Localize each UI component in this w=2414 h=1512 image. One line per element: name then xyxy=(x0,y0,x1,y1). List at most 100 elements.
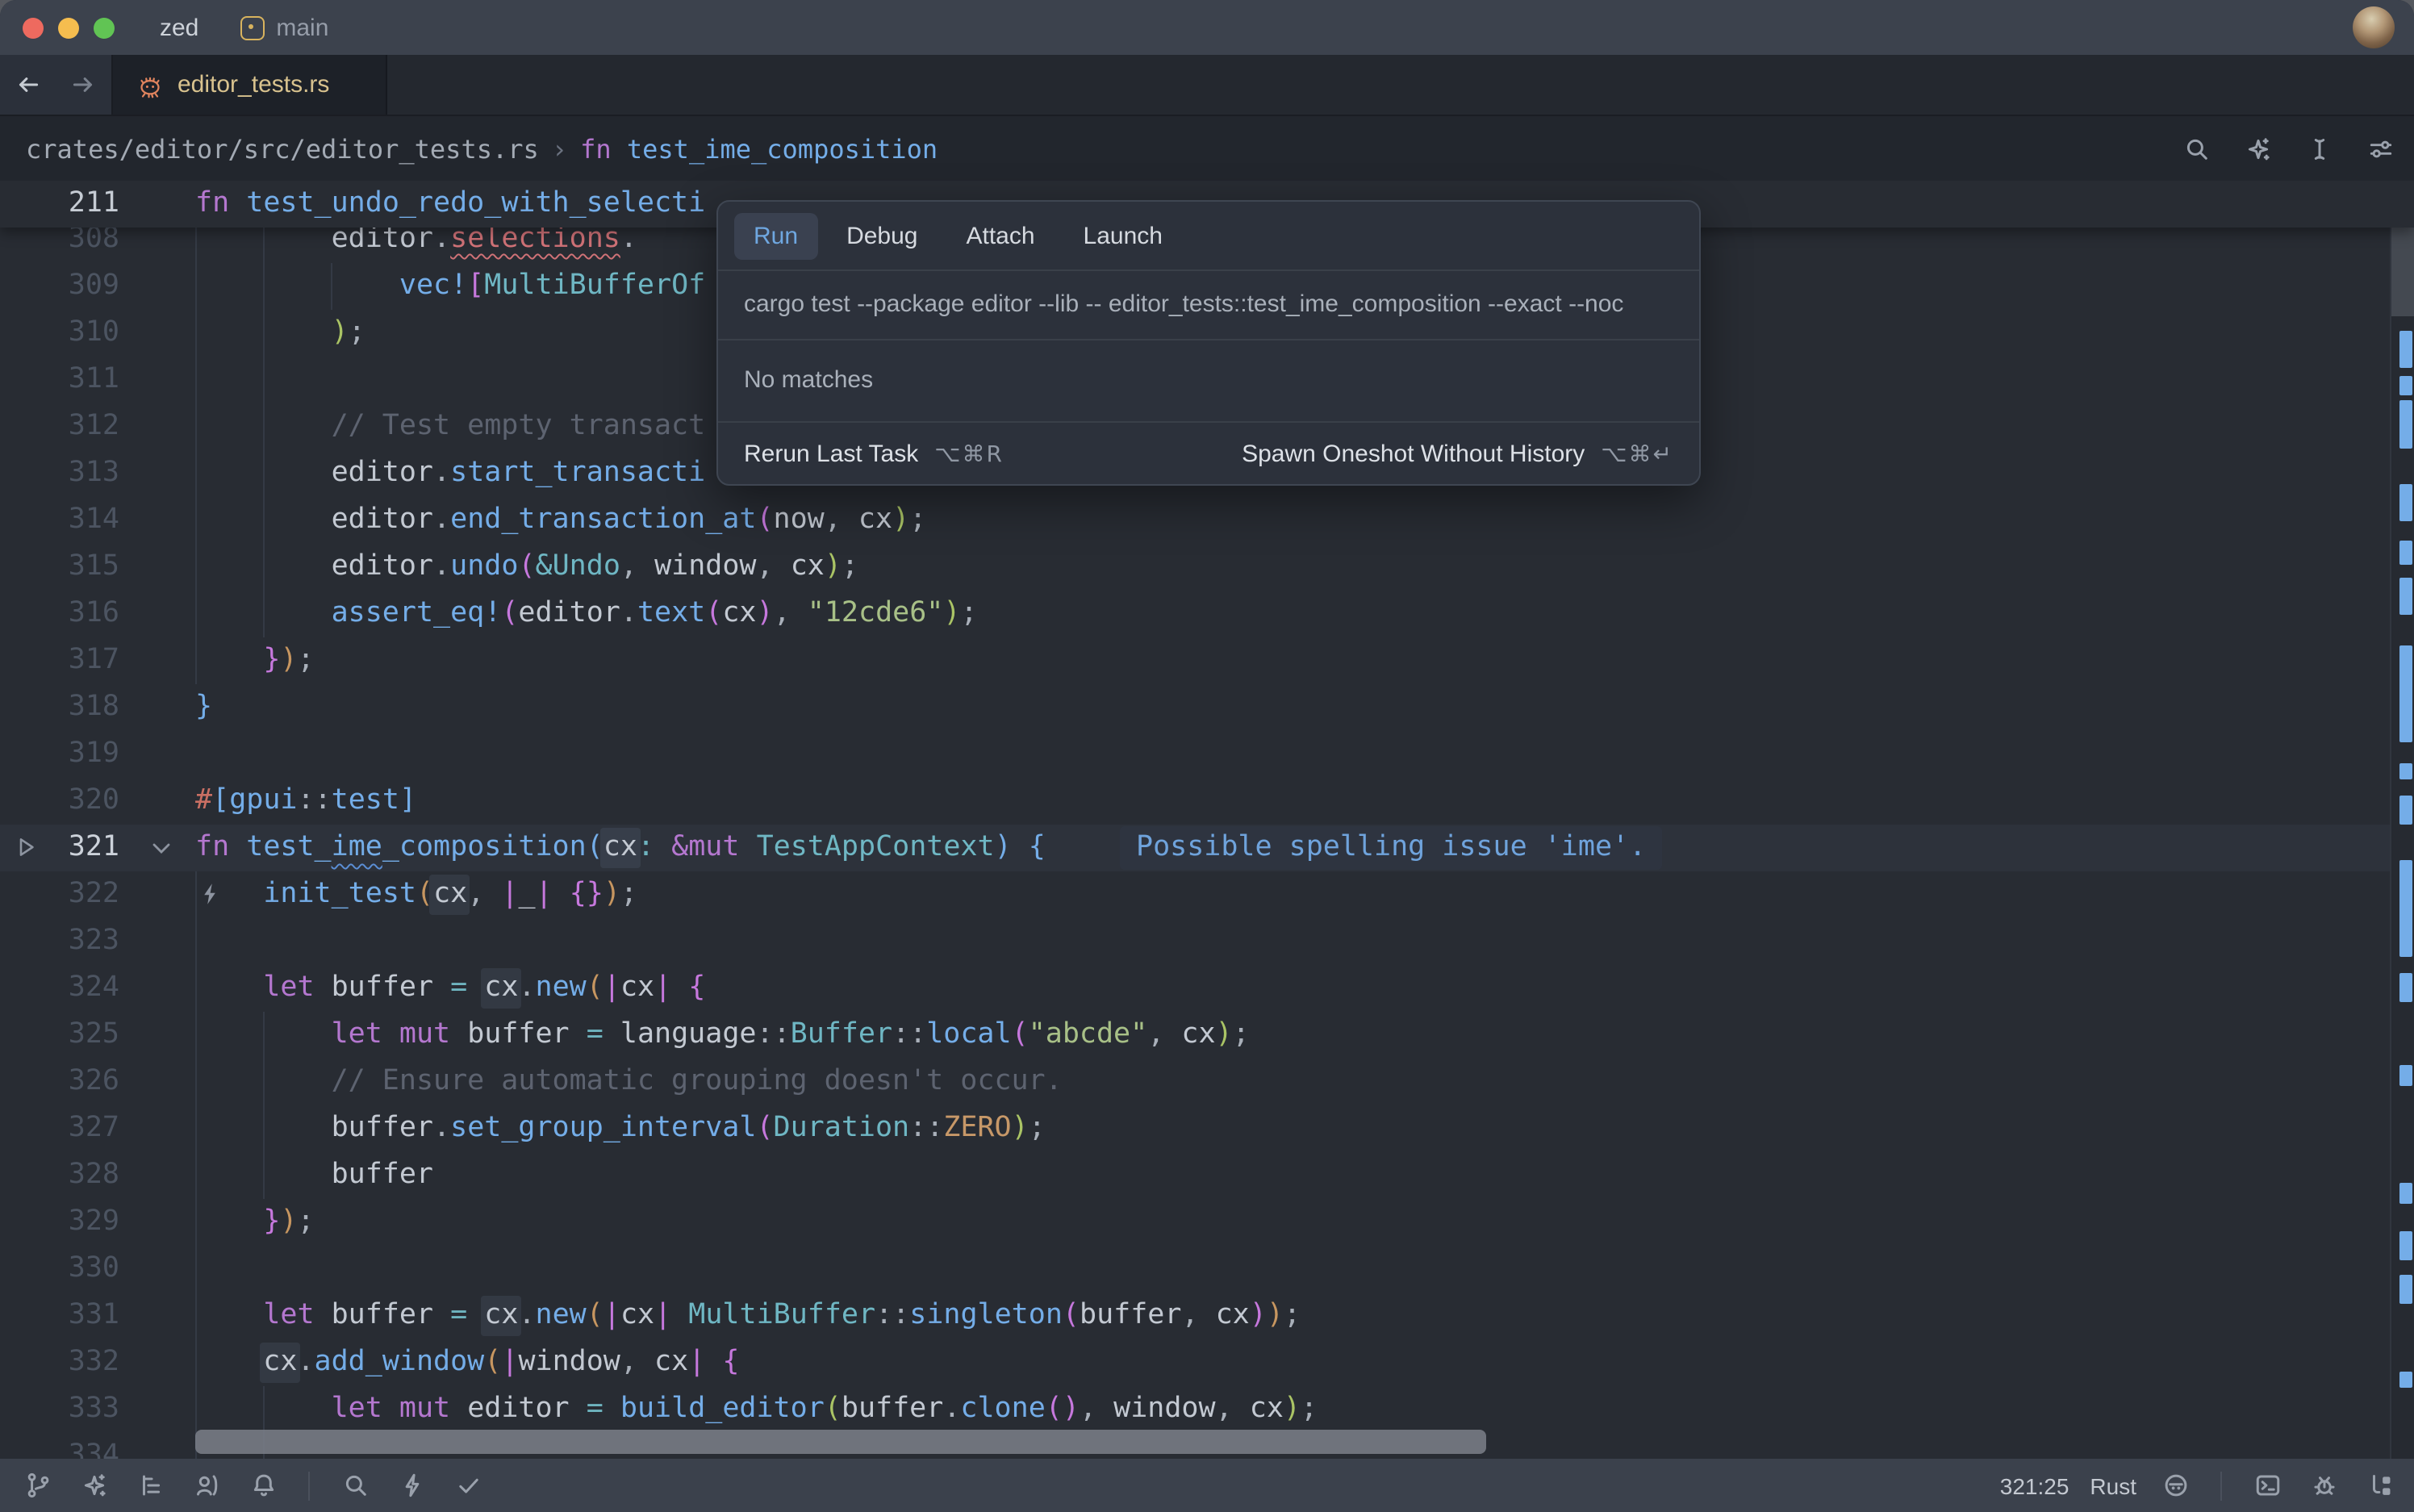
popup-tab-attach[interactable]: Attach xyxy=(946,212,1054,259)
tab-editor-tests[interactable]: editor_tests.rs xyxy=(113,55,387,115)
search-icon[interactable] xyxy=(2178,131,2214,166)
line-number[interactable]: 328 xyxy=(0,1151,119,1198)
line-number[interactable]: 325 xyxy=(0,1011,119,1058)
code-line[interactable]: 316 assert_eq!(editor.text(cx), "12cde6"… xyxy=(0,590,2414,637)
no-matches-label: No matches xyxy=(718,340,1699,423)
edit-cursor-icon[interactable] xyxy=(2301,131,2337,166)
line-number[interactable]: 323 xyxy=(0,917,119,964)
line-number[interactable]: 333 xyxy=(0,1385,119,1432)
popup-tab-run[interactable]: Run xyxy=(734,212,817,259)
copilot-icon[interactable] xyxy=(2157,1468,2193,1503)
back-button[interactable] xyxy=(10,67,46,102)
code-line[interactable]: 317 }); xyxy=(0,637,2414,683)
line-number[interactable]: 315 xyxy=(0,543,119,590)
line-number[interactable]: 326 xyxy=(0,1058,119,1105)
terminal-icon[interactable] xyxy=(2249,1468,2285,1503)
editor-controls-icon[interactable] xyxy=(2362,131,2398,166)
forward-button[interactable] xyxy=(65,67,101,102)
nav-history xyxy=(0,55,113,115)
line-number[interactable]: 331 xyxy=(0,1292,119,1339)
diagnostics-check-icon[interactable] xyxy=(450,1468,486,1503)
line-number[interactable]: 311 xyxy=(0,356,119,403)
avatar[interactable] xyxy=(2353,6,2395,48)
project-search-icon[interactable] xyxy=(337,1468,373,1503)
code-line[interactable]: 328 buffer xyxy=(0,1151,2414,1198)
code-line[interactable]: 318} xyxy=(0,683,2414,730)
scrollbar-match-mark xyxy=(2399,331,2412,368)
vertical-scrollbar[interactable] xyxy=(2390,181,2414,1459)
inline-assist-icon[interactable] xyxy=(2240,131,2275,166)
code-line[interactable]: 321fn test_ime_composition(cx: &mut Test… xyxy=(0,824,2414,871)
line-number[interactable]: 332 xyxy=(0,1339,119,1385)
fold-chevron-icon[interactable] xyxy=(150,838,173,858)
line-number[interactable]: 321 xyxy=(0,824,119,871)
scrollbar-match-mark xyxy=(2399,578,2412,615)
line-number[interactable]: 330 xyxy=(0,1245,119,1292)
horizontal-scrollbar-thumb[interactable] xyxy=(195,1430,1486,1454)
line-number[interactable]: 324 xyxy=(0,964,119,1011)
scrollbar-match-mark xyxy=(2399,796,2412,825)
language-selector[interactable]: Rust xyxy=(2090,1472,2136,1498)
scrollbar-match-mark xyxy=(2399,1275,2412,1304)
rerun-last-task-button[interactable]: Rerun Last Task ⌥⌘R xyxy=(744,441,1004,468)
inline-diagnostic-hint: Possible spelling issue 'ime'. xyxy=(1120,825,1662,869)
zed-window: zed main editor_tests xyxy=(0,0,2414,1512)
line-number[interactable]: 313 xyxy=(0,449,119,496)
task-command[interactable]: cargo test --package editor --lib -- edi… xyxy=(718,271,1699,340)
breadcrumb-symbol-name: test_ime_composition xyxy=(627,133,938,164)
code-line[interactable]: 322 init_test(cx, |_| {}); xyxy=(0,871,2414,917)
code-line[interactable]: 331 let buffer = cx.new(|cx| MultiBuffer… xyxy=(0,1292,2414,1339)
line-number[interactable]: 318 xyxy=(0,683,119,730)
scrollbar-match-mark xyxy=(2399,376,2412,395)
code-line[interactable]: 315 editor.undo(&Undo, window, cx); xyxy=(0,543,2414,590)
line-number[interactable]: 329 xyxy=(0,1198,119,1245)
status-separator xyxy=(308,1471,310,1500)
code-line[interactable]: 324 let buffer = cx.new(|cx| { xyxy=(0,964,2414,1011)
line-number[interactable]: 312 xyxy=(0,403,119,449)
panels-icon[interactable] xyxy=(2362,1468,2398,1503)
breadcrumb-path: crates/editor/src/editor_tests.rs xyxy=(26,133,539,164)
close-window-button[interactable] xyxy=(23,17,44,38)
line-number[interactable]: 309 xyxy=(0,262,119,309)
line-number[interactable]: 319 xyxy=(0,730,119,777)
minimize-window-button[interactable] xyxy=(58,17,79,38)
branch-button[interactable]: main xyxy=(240,14,328,41)
breadcrumb[interactable]: crates/editor/src/editor_tests.rs › fn t… xyxy=(26,133,938,164)
code-line[interactable]: 332 cx.add_window(|window, cx| { xyxy=(0,1339,2414,1385)
code-line[interactable]: 320#[gpui::test] xyxy=(0,777,2414,824)
line-number[interactable]: 211 xyxy=(0,181,119,228)
code-line[interactable]: 330 xyxy=(0,1245,2414,1292)
code-line[interactable]: 327 buffer.set_group_interval(Duration::… xyxy=(0,1105,2414,1151)
scrollbar-match-mark xyxy=(2399,400,2412,449)
line-number[interactable]: 320 xyxy=(0,777,119,824)
spawn-oneshot-button[interactable]: Spawn Oneshot Without History ⌥⌘↵ xyxy=(1242,441,1673,468)
line-number[interactable]: 316 xyxy=(0,590,119,637)
line-number[interactable]: 310 xyxy=(0,309,119,356)
line-number[interactable]: 322 xyxy=(0,871,119,917)
collab-icon[interactable] xyxy=(189,1468,224,1503)
scrollbar-match-mark xyxy=(2399,860,2412,957)
code-line[interactable]: 319 xyxy=(0,730,2414,777)
outline-icon[interactable] xyxy=(132,1468,168,1503)
code-line[interactable]: 326 // Ensure automatic grouping doesn't… xyxy=(0,1058,2414,1105)
code-line[interactable]: 314 editor.end_transaction_at(now, cx); xyxy=(0,496,2414,543)
code-line[interactable]: 325 let mut buffer = language::Buffer::l… xyxy=(0,1011,2414,1058)
cursor-position[interactable]: 321:25 xyxy=(2000,1472,2069,1498)
git-branch-icon[interactable] xyxy=(19,1468,55,1503)
code-line[interactable]: 323 xyxy=(0,917,2414,964)
code-line[interactable]: 333 let mut editor = build_editor(buffer… xyxy=(0,1385,2414,1432)
debug-icon[interactable] xyxy=(2306,1468,2341,1503)
line-number[interactable]: 314 xyxy=(0,496,119,543)
spawn-oneshot-label: Spawn Oneshot Without History xyxy=(1242,441,1585,468)
zoom-window-button[interactable] xyxy=(94,17,115,38)
sparkles-icon[interactable] xyxy=(76,1468,111,1503)
popup-tab-debug[interactable]: Debug xyxy=(827,212,937,259)
bell-icon[interactable] xyxy=(245,1468,281,1503)
line-number[interactable]: 327 xyxy=(0,1105,119,1151)
line-number[interactable]: 334 xyxy=(0,1432,119,1459)
line-number[interactable]: 317 xyxy=(0,637,119,683)
tasks-bolt-icon[interactable] xyxy=(394,1468,429,1503)
code-line[interactable]: 329 }); xyxy=(0,1198,2414,1245)
popup-tab-launch[interactable]: Launch xyxy=(1064,212,1182,259)
rust-crab-icon xyxy=(136,72,165,98)
